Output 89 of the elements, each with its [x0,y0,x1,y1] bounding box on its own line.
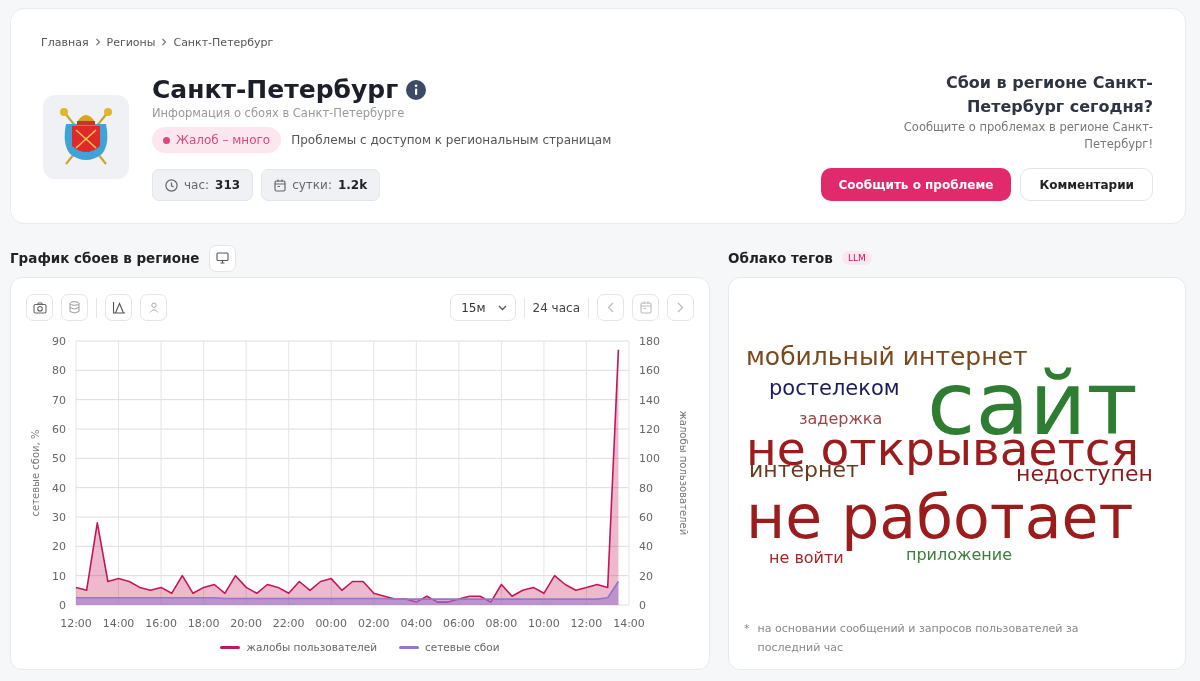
y-tick-label: 20 [639,569,653,583]
y-tick-label: 0 [639,599,646,612]
y-tick-label: 10 [52,569,66,583]
y-tick-label: 140 [639,393,660,407]
monitor-button[interactable] [208,244,236,272]
report-button[interactable]: Комментарии [1020,168,1153,201]
y-tick-label: 40 [52,481,66,495]
footnote-mark: * [744,621,750,637]
x-tick-label: 06:00 [443,617,475,630]
x-tick-label: 12:00 [60,617,92,630]
stat-value: 313 [215,178,241,192]
report-text: Сообщите о проблемах в регионе Санкт-Петербург! [902,119,1153,153]
tag-word[interactable]: не войти [769,550,844,566]
tag-word[interactable]: задержка [799,411,883,427]
y-tick-label: 160 [639,364,660,378]
chevron-left-icon [607,302,614,313]
monitor-icon [215,252,229,264]
y-tick-label: 80 [639,481,653,495]
status-text: Проблемы с доступом к региональным страницам [291,133,612,147]
legend-label: сетевые сбои [424,641,500,653]
y-tick-label: 0 [59,599,66,612]
breadcrumb-link[interactable]: Регионы [106,35,156,49]
y-tick-label: 20 [52,540,66,554]
interval-select[interactable]: 15м [450,294,516,321]
section-title: График сбоев в регионе [10,250,200,266]
next-button[interactable] [667,294,694,321]
y-axis-label: сетевые сбои, % [30,429,41,517]
legend-line-icon [220,645,241,649]
calendar-button[interactable] [632,294,659,321]
chevron-right-icon [677,302,684,313]
legend-line-icon [398,645,419,649]
status-label: Жалоб – много [176,133,271,147]
y-tick-label: 70 [52,393,66,407]
stat-value: 1.2k [337,178,368,192]
x-tick-label: 08:00 [485,617,518,630]
section-title: Облако тегов [728,250,833,266]
breadcrumb-link[interactable]: Санкт-Петербург [173,35,274,49]
previous-button[interactable] [597,294,624,321]
y-tick-label: 60 [52,423,66,436]
x-tick-label: 04:00 [400,617,433,630]
tag-word[interactable]: мобильный интернет [746,344,1028,369]
calendar-icon [639,301,652,314]
period-label: 24 часа [532,300,580,315]
x-tick-label: 20:00 [230,617,262,630]
chevron-icon [94,38,101,46]
area-chart-icon [111,301,126,314]
clock-icon [165,178,178,192]
report-button[interactable]: Сообщить о проблеме [820,168,1012,201]
area-chart-button[interactable] [105,294,132,321]
y-tick-label: 180 [639,335,660,348]
x-tick-label: 14:00 [102,617,135,630]
x-tick-label: 12:00 [570,617,603,630]
x-tick-label: 14:00 [613,617,645,630]
y-tick-label: 50 [52,452,66,466]
x-tick-label: 22:00 [272,617,305,630]
legend-label: жалобы пользователей [246,641,377,653]
x-tick-label: 02:00 [357,617,390,630]
y-tick-label: 100 [639,452,660,466]
calendar-icon [274,178,287,192]
camera-button[interactable] [26,294,53,321]
footnote-text: на основании сообщений и запросов пользователей за последний час [757,621,1080,656]
user-icon [148,302,159,313]
stat-label: час: [184,178,210,192]
y-axis-label: жалобы пользователей [678,410,689,536]
y-tick-label: 90 [52,335,66,348]
y-tick-label: 80 [52,364,66,378]
region-subtitle: Информация о сбоях в Санкт-Петербурге [152,105,406,121]
y-tick-label: 120 [639,423,660,436]
info-icon[interactable] [406,80,427,100]
report-title: Сбои в регионе Санкт-Петербург сегодня? [944,72,1153,118]
caret-icon [497,304,507,311]
chevron-icon [161,38,168,46]
region-title: Санкт-Петербург [152,75,399,105]
llm-badge: LLM [841,251,872,265]
y-tick-label: 30 [52,511,66,524]
x-tick-label: 18:00 [187,617,220,630]
x-tick-label: 00:00 [315,617,348,630]
x-tick-label: 10:00 [528,617,560,630]
tag-word[interactable]: ростелеком [769,378,900,399]
y-tick-label: 40 [639,540,653,554]
database-button[interactable] [61,294,88,321]
user-button[interactable] [140,294,167,321]
stat-label: сутки: [292,178,332,192]
y-tick-label: 60 [639,511,653,524]
camera-icon [32,301,47,314]
tag-word[interactable]: приложение [906,547,1012,563]
database-icon [69,301,80,314]
x-tick-label: 16:00 [145,617,177,630]
breadcrumb-link[interactable]: Главная [41,35,89,49]
